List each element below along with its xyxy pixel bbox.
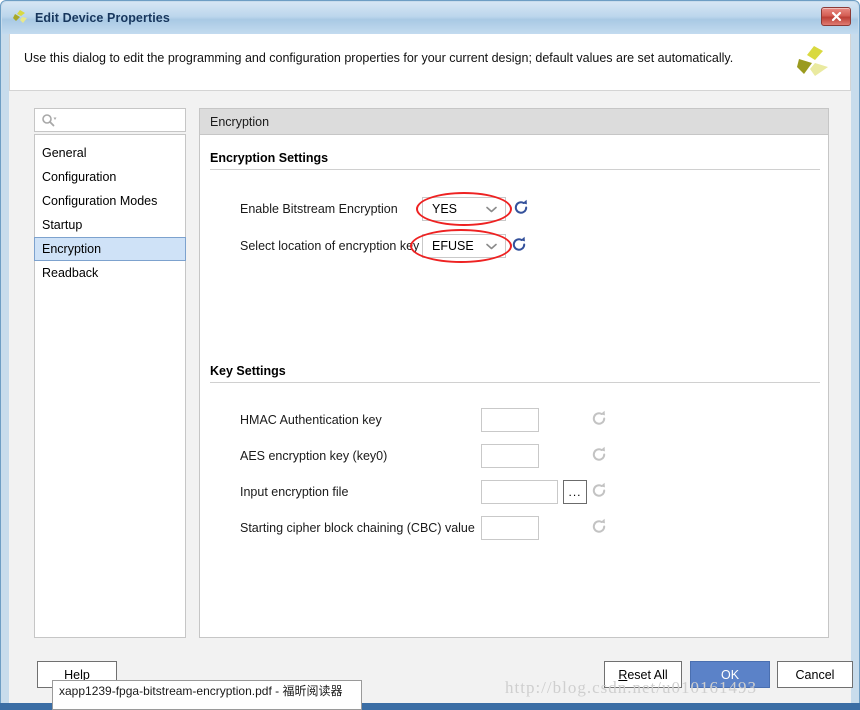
section-divider	[210, 382, 820, 383]
hmac-key-label: HMAC Authentication key	[240, 413, 382, 427]
watermark-text: http://blog.csdn.net/u010161493	[505, 678, 757, 697]
aes-key-row: AES encryption key (key0)	[240, 444, 387, 468]
encryption-key-location-dropdown[interactable]: EFUSE	[422, 234, 506, 258]
enable-bitstream-encryption-label: Enable Bitstream Encryption	[240, 202, 398, 216]
reset-cbc-value-icon[interactable]	[592, 518, 607, 535]
sidebar-item-configuration[interactable]: Configuration	[35, 165, 185, 189]
reset-encryption-key-location-icon[interactable]	[512, 236, 527, 253]
chevron-down-icon	[486, 206, 497, 212]
taskbar-tooltip: xapp1239-fpga-bitstream-encryption.pdf -…	[52, 680, 362, 710]
xilinx-logo-icon	[13, 10, 27, 23]
encryption-settings-section: Encryption Settings	[210, 151, 820, 170]
cbc-value-input[interactable]	[481, 516, 539, 540]
input-encryption-file-row: Input encryption file	[240, 480, 348, 504]
sidebar-nav: General Configuration Configuration Mode…	[34, 134, 186, 638]
sidebar-item-startup[interactable]: Startup	[35, 213, 185, 237]
aes-key-label: AES encryption key (key0)	[240, 449, 388, 463]
dialog-body: General Configuration Configuration Mode…	[9, 91, 853, 703]
encryption-key-location-value: EFUSE	[432, 239, 474, 253]
cancel-button-label: Cancel	[795, 667, 835, 682]
window-title: Edit Device Properties	[35, 11, 170, 25]
search-icon	[42, 114, 57, 127]
browse-button-label: ...	[568, 485, 582, 499]
enable-bitstream-encryption-row: Enable Bitstream Encryption	[240, 197, 398, 221]
encryption-key-location-row: Select location of encryption key	[240, 234, 419, 258]
reset-enable-bitstream-encryption-icon[interactable]	[514, 199, 529, 216]
enable-bitstream-encryption-dropdown[interactable]: YES	[422, 197, 506, 221]
hmac-key-input[interactable]	[481, 408, 539, 432]
panel-header: Encryption	[200, 109, 828, 135]
cbc-value-row: Starting cipher block chaining (CBC) val…	[240, 516, 475, 540]
sidebar-item-encryption[interactable]: Encryption	[34, 237, 186, 261]
encryption-key-location-label: Select location of encryption key	[240, 239, 420, 253]
section-divider	[210, 169, 820, 170]
description-banner: Use this dialog to edit the programming …	[9, 34, 851, 91]
sidebar-item-readback[interactable]: Readback	[35, 261, 185, 285]
close-icon	[831, 11, 841, 22]
input-encryption-file-input[interactable]	[481, 480, 558, 504]
sidebar-item-general[interactable]: General	[35, 141, 185, 165]
key-settings-section: Key Settings	[210, 364, 820, 383]
chevron-down-icon	[486, 243, 497, 249]
cbc-value-label: Starting cipher block chaining (CBC) val…	[240, 521, 475, 535]
title-bar: Edit Device Properties	[2, 2, 858, 34]
encryption-panel: Encryption Encryption Settings Enable Bi…	[199, 108, 829, 638]
dialog-description: Use this dialog to edit the programming …	[24, 51, 734, 65]
close-button[interactable]	[821, 7, 851, 26]
sidebar-item-configuration-modes[interactable]: Configuration Modes	[35, 189, 185, 213]
cancel-button[interactable]: Cancel	[777, 661, 853, 688]
aes-key-input[interactable]	[481, 444, 539, 468]
key-settings-title: Key Settings	[210, 364, 286, 378]
reset-hmac-key-icon[interactable]	[592, 410, 607, 427]
reset-aes-key-icon[interactable]	[592, 446, 607, 463]
search-input[interactable]	[34, 108, 186, 132]
xilinx-logo-icon	[797, 46, 828, 76]
reset-input-encryption-file-icon[interactable]	[592, 482, 607, 499]
hmac-key-row: HMAC Authentication key	[240, 408, 382, 432]
encryption-settings-title: Encryption Settings	[210, 151, 329, 165]
browse-encryption-file-button[interactable]: ...	[563, 480, 587, 504]
input-encryption-file-label: Input encryption file	[240, 485, 349, 499]
dialog-window: Edit Device Properties Use this dialog t…	[0, 0, 860, 710]
enable-bitstream-encryption-value: YES	[432, 202, 458, 216]
